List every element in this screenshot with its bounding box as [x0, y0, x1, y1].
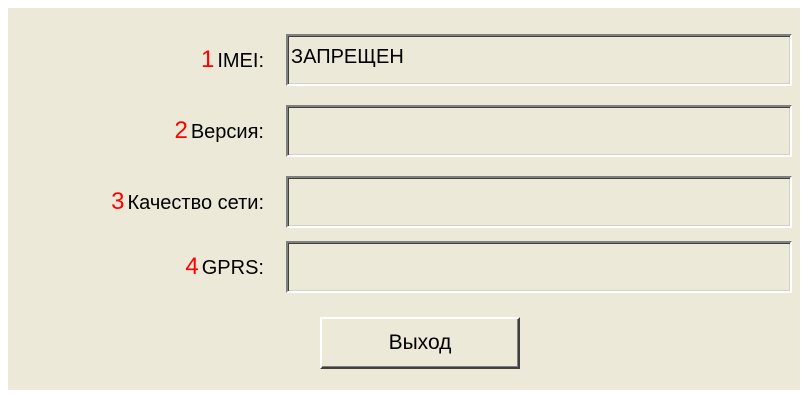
annotation-number-4: 4 — [185, 253, 199, 280]
annotation-number-1: 1 — [200, 46, 215, 73]
imei-label-text: IMEI: — [217, 50, 264, 72]
version-label-text: Версия: — [190, 121, 264, 143]
imei-field[interactable]: ЗАПРЕЩЕН — [286, 34, 792, 86]
gprs-row: 4 GPRS: — [8, 241, 800, 293]
signal-quality-field[interactable] — [286, 176, 792, 228]
version-label: 2 Версия: — [174, 117, 264, 145]
annotation-number-2: 2 — [174, 117, 188, 144]
gprs-label: 4 GPRS: — [185, 253, 264, 281]
exit-button[interactable]: Выход — [320, 317, 520, 369]
gprs-label-text: GPRS: — [201, 257, 264, 279]
signal-quality-label-text: Качество сети: — [127, 192, 264, 214]
imei-label: 1 IMEI: — [201, 46, 264, 74]
signal-quality-label: 3 Качество сети: — [111, 188, 264, 216]
version-row: 2 Версия: — [8, 105, 800, 157]
info-dialog: 1 IMEI: ЗАПРЕЩЕН 2 Версия: 3 Качество се… — [8, 8, 800, 390]
imei-row: 1 IMEI: ЗАПРЕЩЕН — [8, 34, 800, 86]
version-field[interactable] — [286, 105, 792, 157]
annotation-number-3: 3 — [111, 188, 125, 215]
gprs-field[interactable] — [286, 241, 792, 293]
signal-quality-row: 3 Качество сети: — [8, 176, 800, 228]
